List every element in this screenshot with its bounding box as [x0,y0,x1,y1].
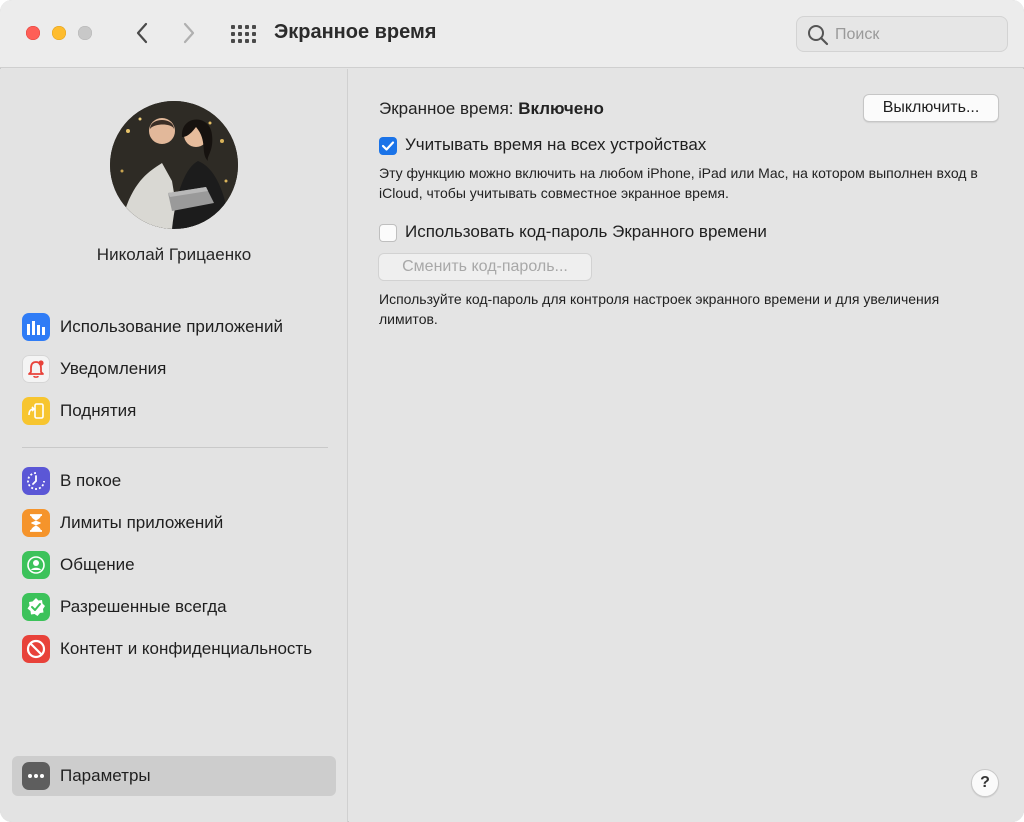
person-icon [22,551,50,579]
search-input[interactable] [835,24,995,46]
turn-off-button[interactable]: Выключить... [863,94,999,122]
help-button[interactable]: ? [971,769,999,797]
sidebar-item-label: Использование приложений [60,317,283,336]
sidebar-item-downtime[interactable]: В покое [12,461,336,501]
sidebar-item-label: Параметры [60,766,151,785]
sidebar-item-always-allowed[interactable]: Разрешенные всегда [12,587,336,627]
use-passcode-label: Использовать код-пароль Экранного времен… [405,222,767,241]
status-value: Включено [518,99,604,118]
user-name: Николай Грицаенко [96,245,252,264]
sidebar-item-label: Лимиты приложений [60,513,224,532]
sidebar-item-options[interactable]: Параметры [12,756,336,796]
forward-button[interactable] [175,19,203,47]
minimize-window-button[interactable] [52,26,66,40]
sidebar-item-communication[interactable]: Общение [12,545,336,585]
toolbar: Экранное время [0,0,1024,68]
status-prefix: Экранное время: [379,99,514,118]
share-description: Эту функцию можно включить на любом iPho… [379,165,978,201]
search-field[interactable] [796,16,1008,52]
bell-icon [22,355,50,383]
share-across-devices-checkbox[interactable] [379,137,397,155]
change-passcode-button[interactable]: Сменить код-пароль... [378,253,592,281]
sidebar-item-app-limits[interactable]: Лимиты приложений [12,503,336,543]
chevron-right-icon [183,22,195,44]
share-across-devices-label: Учитывать время на всех устройствах [405,135,707,154]
sidebar-item-content-privacy[interactable]: Контент и конфиденциальность [12,629,336,669]
sidebar-item-label: В покое [60,471,122,490]
avatar[interactable] [110,101,238,229]
screen-time-status: Экранное время: Включено [379,99,604,119]
downtime-icon [22,467,50,495]
no-entry-icon [22,635,50,663]
ellipsis-icon [22,762,50,790]
sidebar-item-app-usage[interactable]: Использование приложений [12,307,336,347]
chevron-left-icon [136,22,148,44]
window-title: Экранное время [274,21,437,43]
checkmark-icon [381,141,395,151]
phone-pickup-icon [22,397,50,425]
system-preferences-window: Экранное время Поиск Николай Грицаенко И… [0,0,1024,822]
zoom-window-button[interactable] [78,26,92,40]
sidebar-item-label: Общение [60,555,135,574]
passcode-description: Используйте код-пароль для контроля наст… [379,291,940,327]
use-passcode-checkbox[interactable] [379,224,397,242]
sidebar-item-pickups[interactable]: Поднятия [12,391,336,431]
sidebar-item-notifications[interactable]: Уведомления [12,349,336,389]
close-window-button[interactable] [26,26,40,40]
back-button[interactable] [128,19,156,47]
sidebar-item-label: Разрешенные всегда [60,597,227,616]
bar-chart-icon [22,313,50,341]
show-all-button[interactable] [228,20,256,48]
hourglass-icon [22,509,50,537]
sidebar: Николай Грицаенко Использование приложен… [0,69,348,822]
sidebar-item-label: Уведомления [60,359,167,378]
sidebar-item-label: Контент и конфиденциальность [60,639,313,658]
sidebar-divider [22,447,328,448]
main-panel: Экранное время: Включено Выключить... Уч… [349,69,1024,822]
sidebar-item-label: Поднятия [60,401,137,420]
checkmark-badge-icon [22,593,50,621]
search-icon [808,25,829,46]
